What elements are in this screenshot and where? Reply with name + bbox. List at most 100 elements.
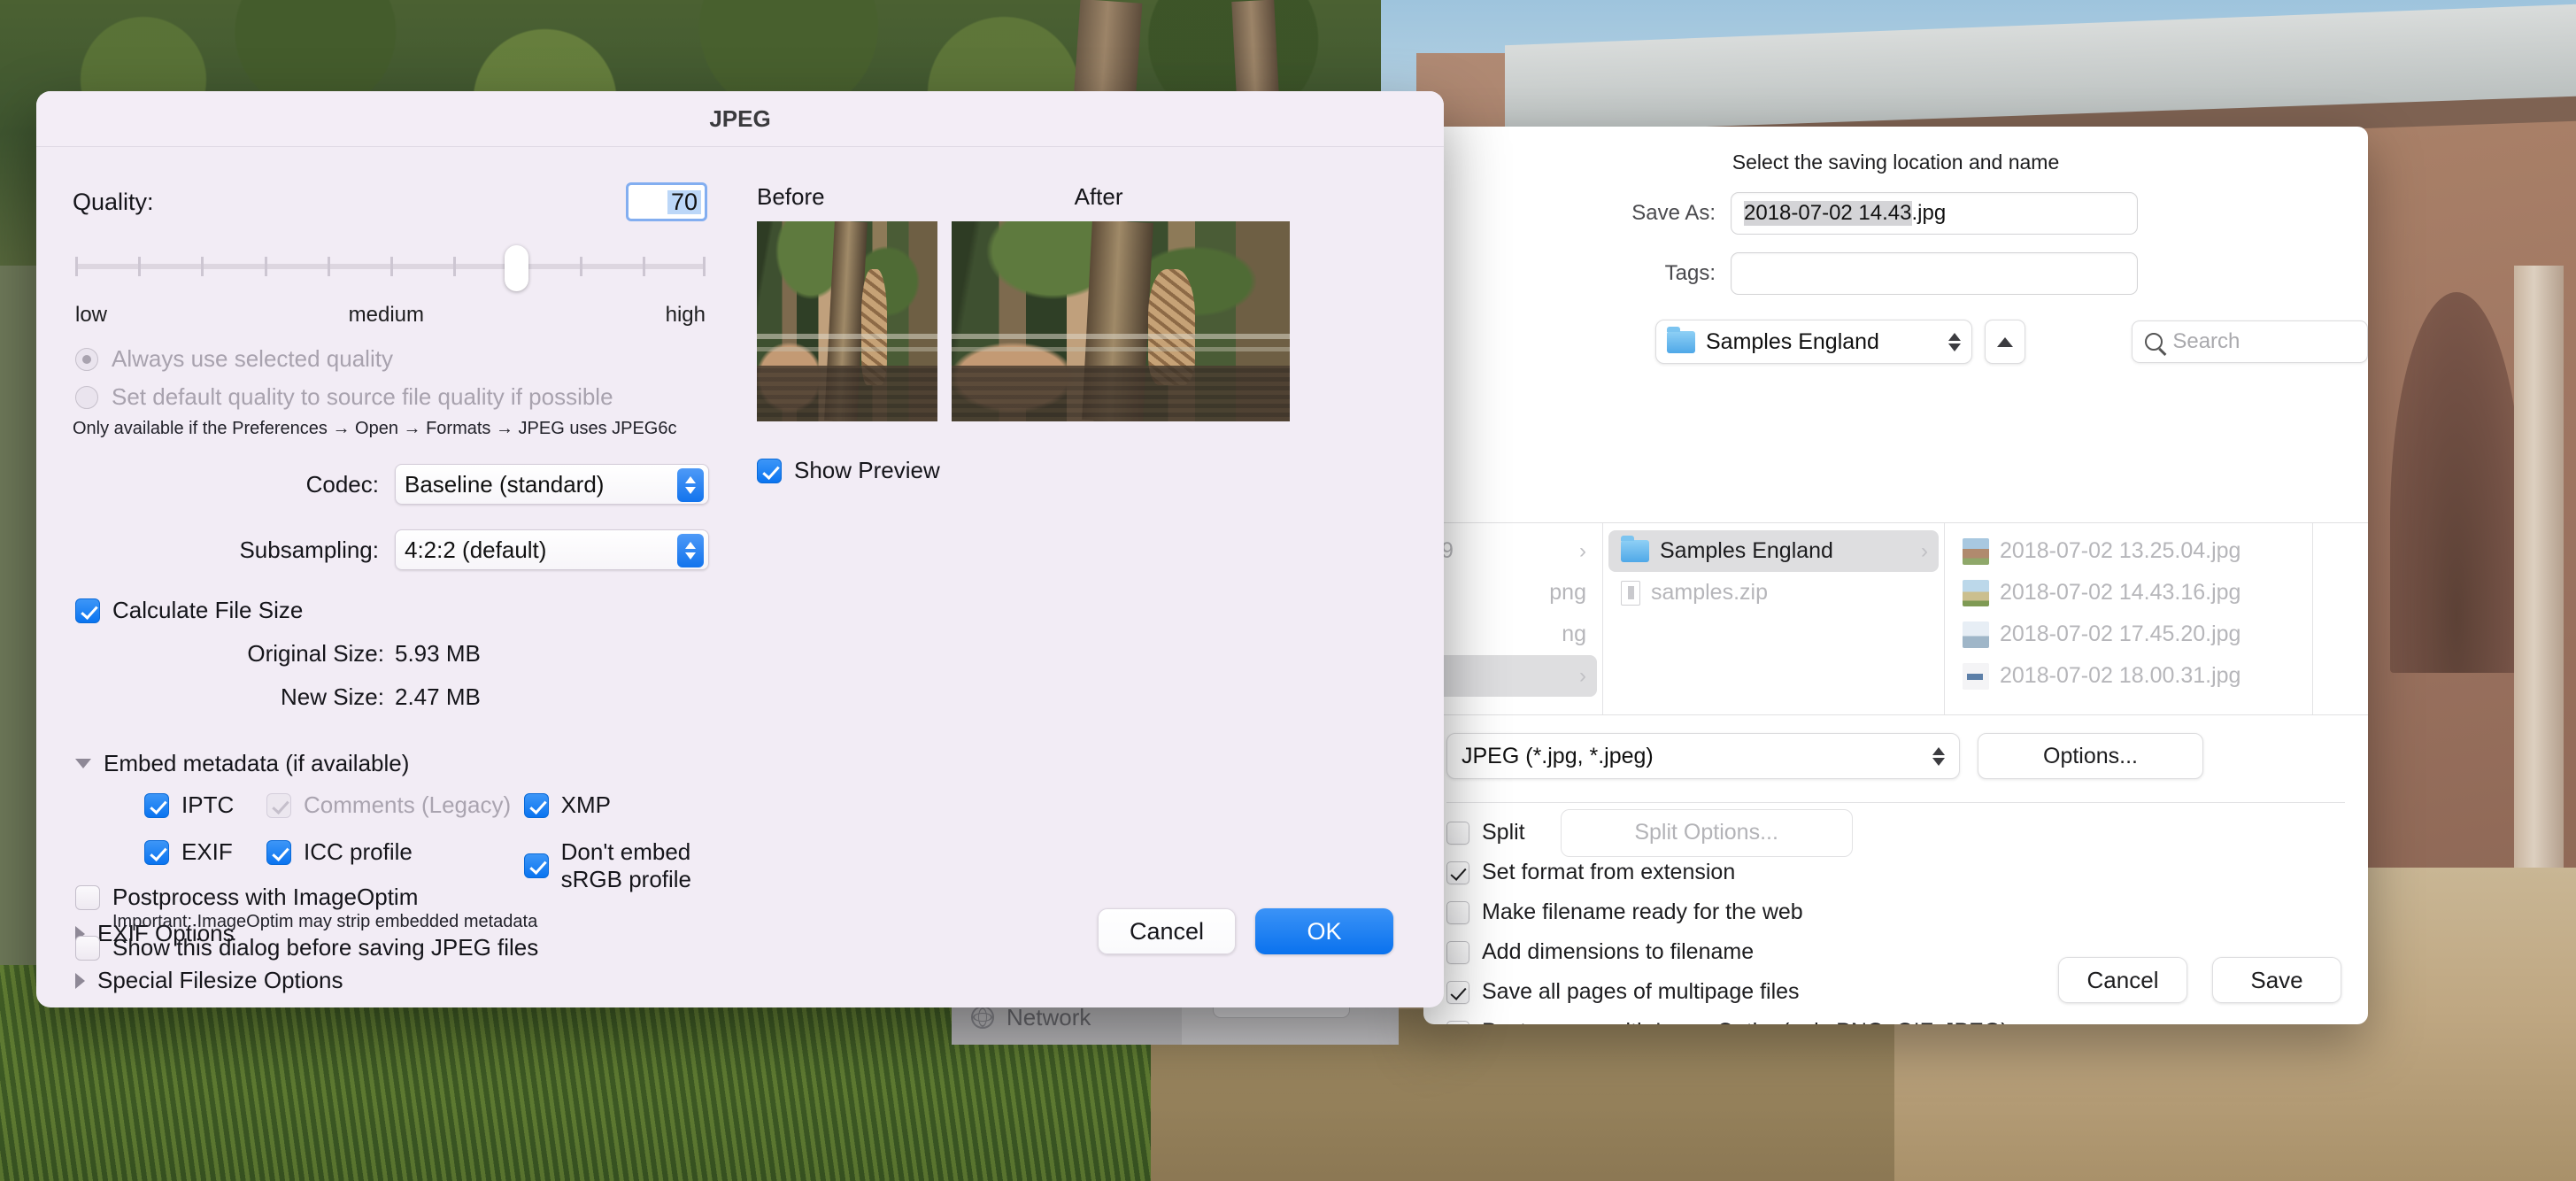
codec-row: Codec: Baseline (standard)	[36, 464, 744, 505]
jpeg-options-dialog: JPEG Quality: 70 low medium high Always …	[36, 91, 1444, 1007]
image-thumbnail-icon	[1963, 579, 1989, 606]
add-dimensions-checkbox[interactable]	[1446, 940, 1469, 964]
list-item-label: samples.zip	[1651, 580, 1768, 605]
list-item[interactable]: 9 ›	[1429, 530, 1597, 572]
chevron-right-icon: ›	[1579, 663, 1586, 688]
add-dimensions-label: Add dimensions to filename	[1482, 939, 1755, 964]
new-size-row: New Size: 2.47 MB	[36, 683, 744, 711]
image-thumbnail-icon	[1963, 621, 1989, 648]
tags-input[interactable]	[1731, 252, 2138, 295]
list-item-label: ng	[1562, 621, 1586, 646]
caret-up-icon	[1997, 336, 2014, 347]
xmp-label: XMP	[560, 791, 611, 818]
xmp-checkbox[interactable]	[523, 792, 549, 818]
list-item[interactable]: ng	[1429, 614, 1597, 655]
embed-metadata-label: Embed metadata (if available)	[104, 750, 410, 776]
save-panel-buttons: Cancel Save	[2058, 957, 2341, 1003]
list-item[interactable]: 2018-07-02 13.25.04.jpg	[1950, 530, 2307, 572]
embed-metadata-disclosure[interactable]: Embed metadata (if available)	[36, 750, 744, 777]
iptc-label: IPTC	[181, 791, 235, 818]
show-dialog-row: Show this dialog before saving JPEG file…	[75, 934, 713, 961]
list-item[interactable]: 2018-07-02 14.43.16.jpg	[1950, 572, 2307, 614]
radio-row-always-use-quality: Always use selected quality	[36, 345, 744, 373]
list-item-label: 2018-07-02 14.43.16.jpg	[2000, 580, 2241, 605]
slider-tick	[579, 257, 582, 276]
chevron-right-icon: ›	[1579, 538, 1586, 563]
dialog-buttons: Cancel OK	[1098, 908, 1393, 954]
no-srgb-checkbox[interactable]	[523, 853, 549, 878]
web-filename-checkbox[interactable]	[1446, 900, 1469, 924]
options-button[interactable]: Options...	[1978, 733, 2203, 779]
iptc-checkbox[interactable]	[144, 792, 169, 818]
preview-images	[744, 221, 1444, 421]
calculate-file-size-label: Calculate File Size	[112, 597, 304, 623]
list-item-label: 2018-07-02 18.00.31.jpg	[2000, 663, 2241, 688]
postprocess-imageoptim-checkbox[interactable]	[75, 884, 100, 910]
postprocess-checkbox[interactable]	[1446, 1020, 1469, 1024]
quality-input[interactable]: 70	[626, 182, 707, 221]
split-checkbox[interactable]	[1446, 821, 1469, 845]
before-photo	[757, 221, 937, 421]
split-options-button[interactable]: Split Options...	[1560, 808, 1853, 857]
radio-hint: Only available if the Preferences → Open…	[73, 419, 677, 438]
exif-row: EXIF	[144, 838, 266, 866]
image-thumbnail-icon	[1963, 662, 1989, 690]
subsampling-select[interactable]: 4:2:2 (default)	[395, 529, 709, 570]
show-preview-checkbox[interactable]	[757, 458, 782, 483]
icc-profile-checkbox[interactable]	[266, 839, 292, 865]
always-use-quality-radio[interactable]	[75, 347, 98, 371]
cancel-button[interactable]: Cancel	[1098, 908, 1236, 954]
image-thumbnail-icon	[1963, 537, 1989, 565]
dialog-title: JPEG	[709, 104, 771, 132]
list-item[interactable]: ›	[1429, 655, 1597, 697]
checkbox-row-postprocess: Postprocess with ImageOptim (only PNG, G…	[1446, 1012, 2349, 1024]
list-item-samples-zip[interactable]: samples.zip	[1608, 572, 1939, 614]
dialog-bottom-left-options: Postprocess with ImageOptim Important: I…	[75, 884, 713, 961]
quality-slider[interactable]	[75, 245, 706, 291]
new-size-label: New Size:	[280, 683, 384, 710]
tags-row: Tags:	[1423, 252, 2368, 295]
chevron-updown-icon	[1948, 332, 1962, 351]
list-item[interactable]: 2018-07-02 17.45.20.jpg	[1950, 614, 2307, 655]
save-button[interactable]: Save	[2212, 957, 2341, 1003]
quality-row: Quality: 70	[36, 147, 744, 221]
original-size-value: 5.93 MB	[395, 640, 481, 667]
chevron-updown-icon	[677, 534, 704, 567]
list-item-samples-england[interactable]: Samples England ›	[1608, 530, 1939, 572]
list-item[interactable]: png	[1429, 572, 1597, 614]
before-preview-image	[757, 221, 937, 421]
source-quality-radio[interactable]	[75, 385, 98, 409]
codec-select[interactable]: Baseline (standard)	[395, 464, 709, 505]
chevron-down-icon	[75, 759, 91, 768]
list-item[interactable]: 2018-07-02 18.00.31.jpg	[1950, 655, 2307, 697]
search-input[interactable]: Search	[2132, 320, 2368, 363]
special-filesize-disclosure[interactable]: Special Filesize Options	[36, 967, 744, 994]
chevron-right-icon: ›	[1921, 538, 1928, 563]
save-as-label: Save As:	[1631, 201, 1716, 225]
show-dialog-checkbox[interactable]	[75, 935, 100, 961]
slider-labels: low medium high	[75, 303, 706, 328]
slider-tick	[264, 257, 267, 276]
save-as-extension: .jpg	[1911, 201, 1947, 225]
slider-knob[interactable]	[505, 245, 529, 291]
postprocess-imageoptim-label: Postprocess with ImageOptim	[112, 884, 419, 910]
dialog-right-column: Before After Show Preview	[744, 147, 1444, 1007]
calculate-file-size-checkbox[interactable]	[75, 598, 100, 623]
format-row: JPEG (*.jpg, *.jpeg) Options...	[1423, 733, 2368, 779]
save-as-input[interactable]: 2018-07-02 14.43 .jpg	[1731, 192, 2138, 235]
set-format-checkbox[interactable]	[1446, 861, 1469, 884]
cancel-button[interactable]: Cancel	[2058, 957, 2187, 1003]
exif-checkbox[interactable]	[144, 839, 169, 865]
slider-tick	[201, 257, 204, 276]
slider-tick	[453, 257, 457, 276]
radio-row-source-quality: Set default quality to source file quali…	[36, 383, 744, 411]
metadata-column-3: XMP Don't embed sRGB profile	[523, 791, 744, 893]
folder-popup-button[interactable]: Samples England	[1655, 320, 1973, 364]
go-up-button[interactable]	[1985, 320, 2026, 364]
list-item-label: 2018-07-02 13.25.04.jpg	[2000, 538, 2241, 563]
save-all-pages-checkbox[interactable]	[1446, 980, 1469, 1004]
dialog-body: Quality: 70 low medium high Always use s…	[36, 147, 1444, 1007]
codec-label: Codec:	[305, 470, 379, 498]
ok-button[interactable]: OK	[1255, 908, 1393, 954]
format-select[interactable]: JPEG (*.jpg, *.jpeg)	[1446, 733, 1960, 779]
